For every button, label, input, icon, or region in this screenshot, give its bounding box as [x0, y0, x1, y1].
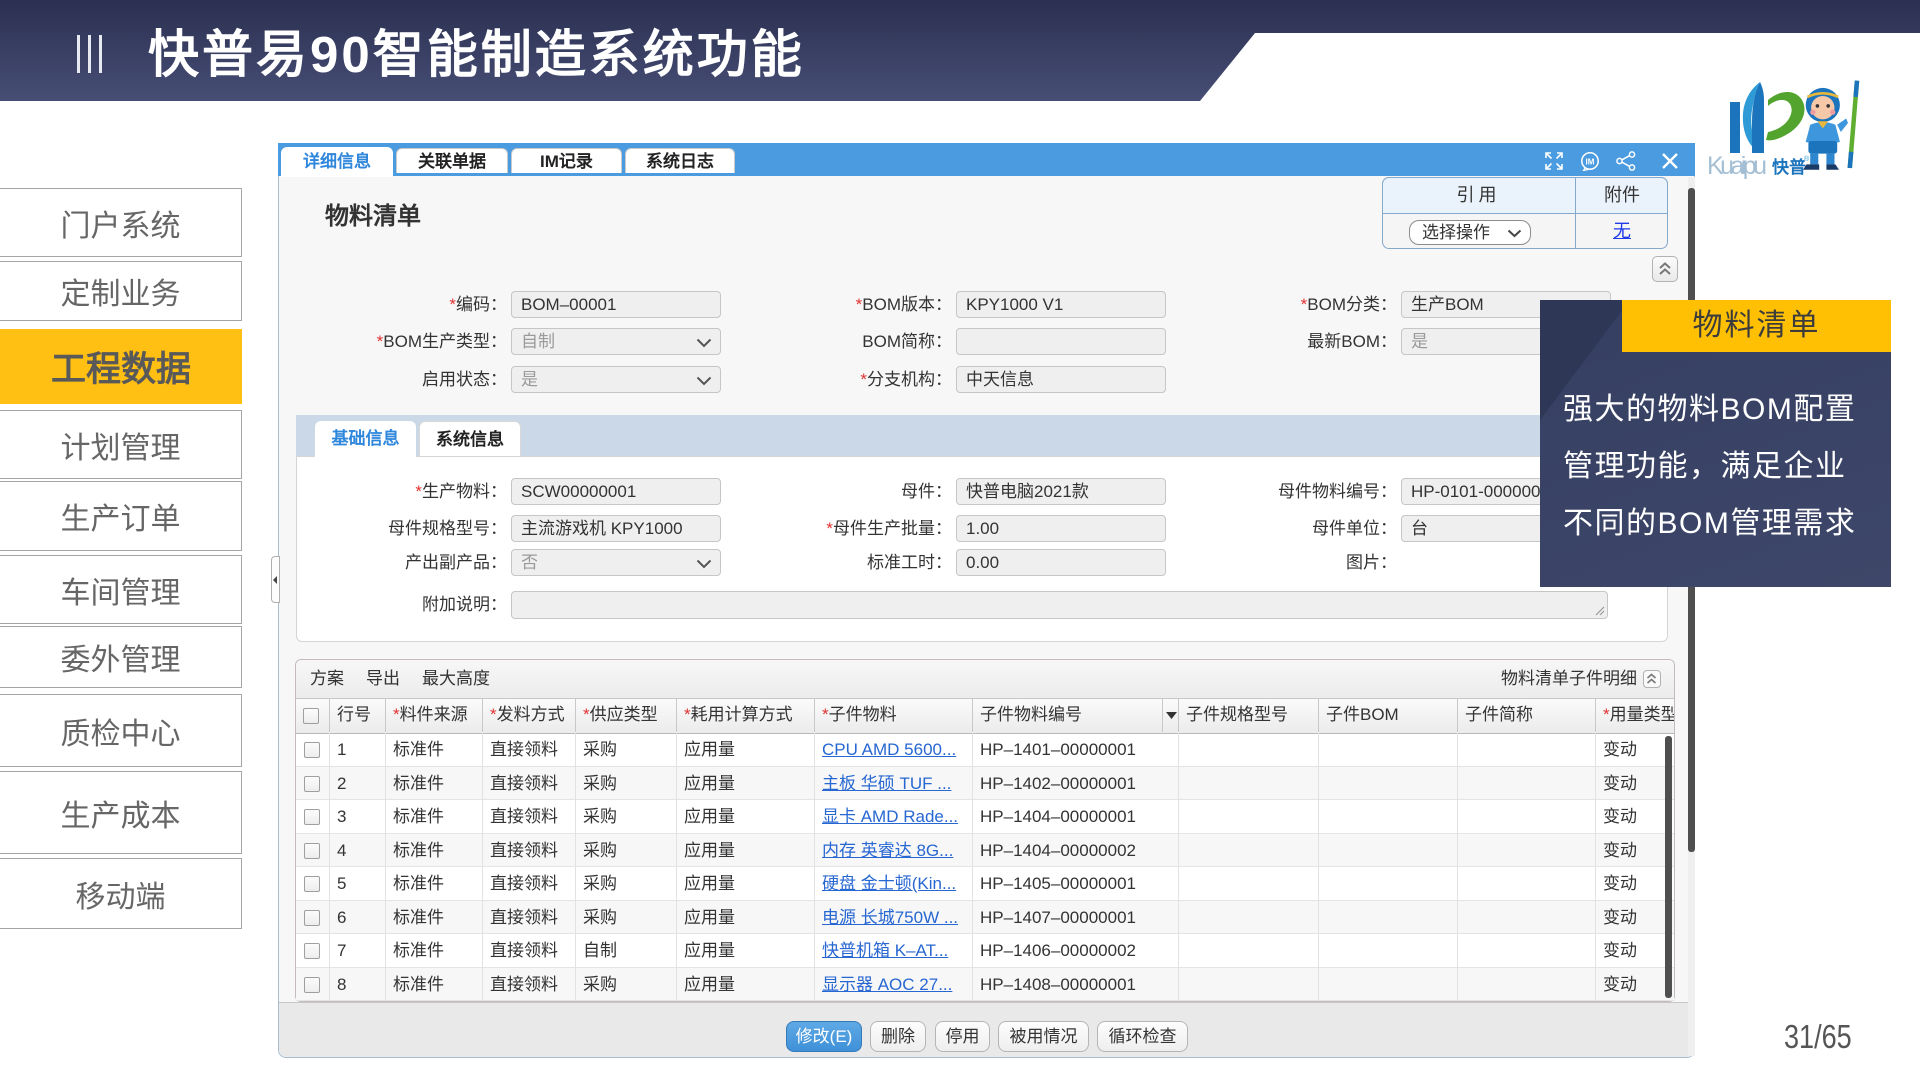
svg-text:IM: IM	[1586, 158, 1595, 167]
svg-text:快普: 快普	[1772, 157, 1806, 177]
svg-text:Kuaipu: Kuaipu	[1707, 152, 1767, 180]
svg-text:®: ®	[1804, 155, 1810, 163]
